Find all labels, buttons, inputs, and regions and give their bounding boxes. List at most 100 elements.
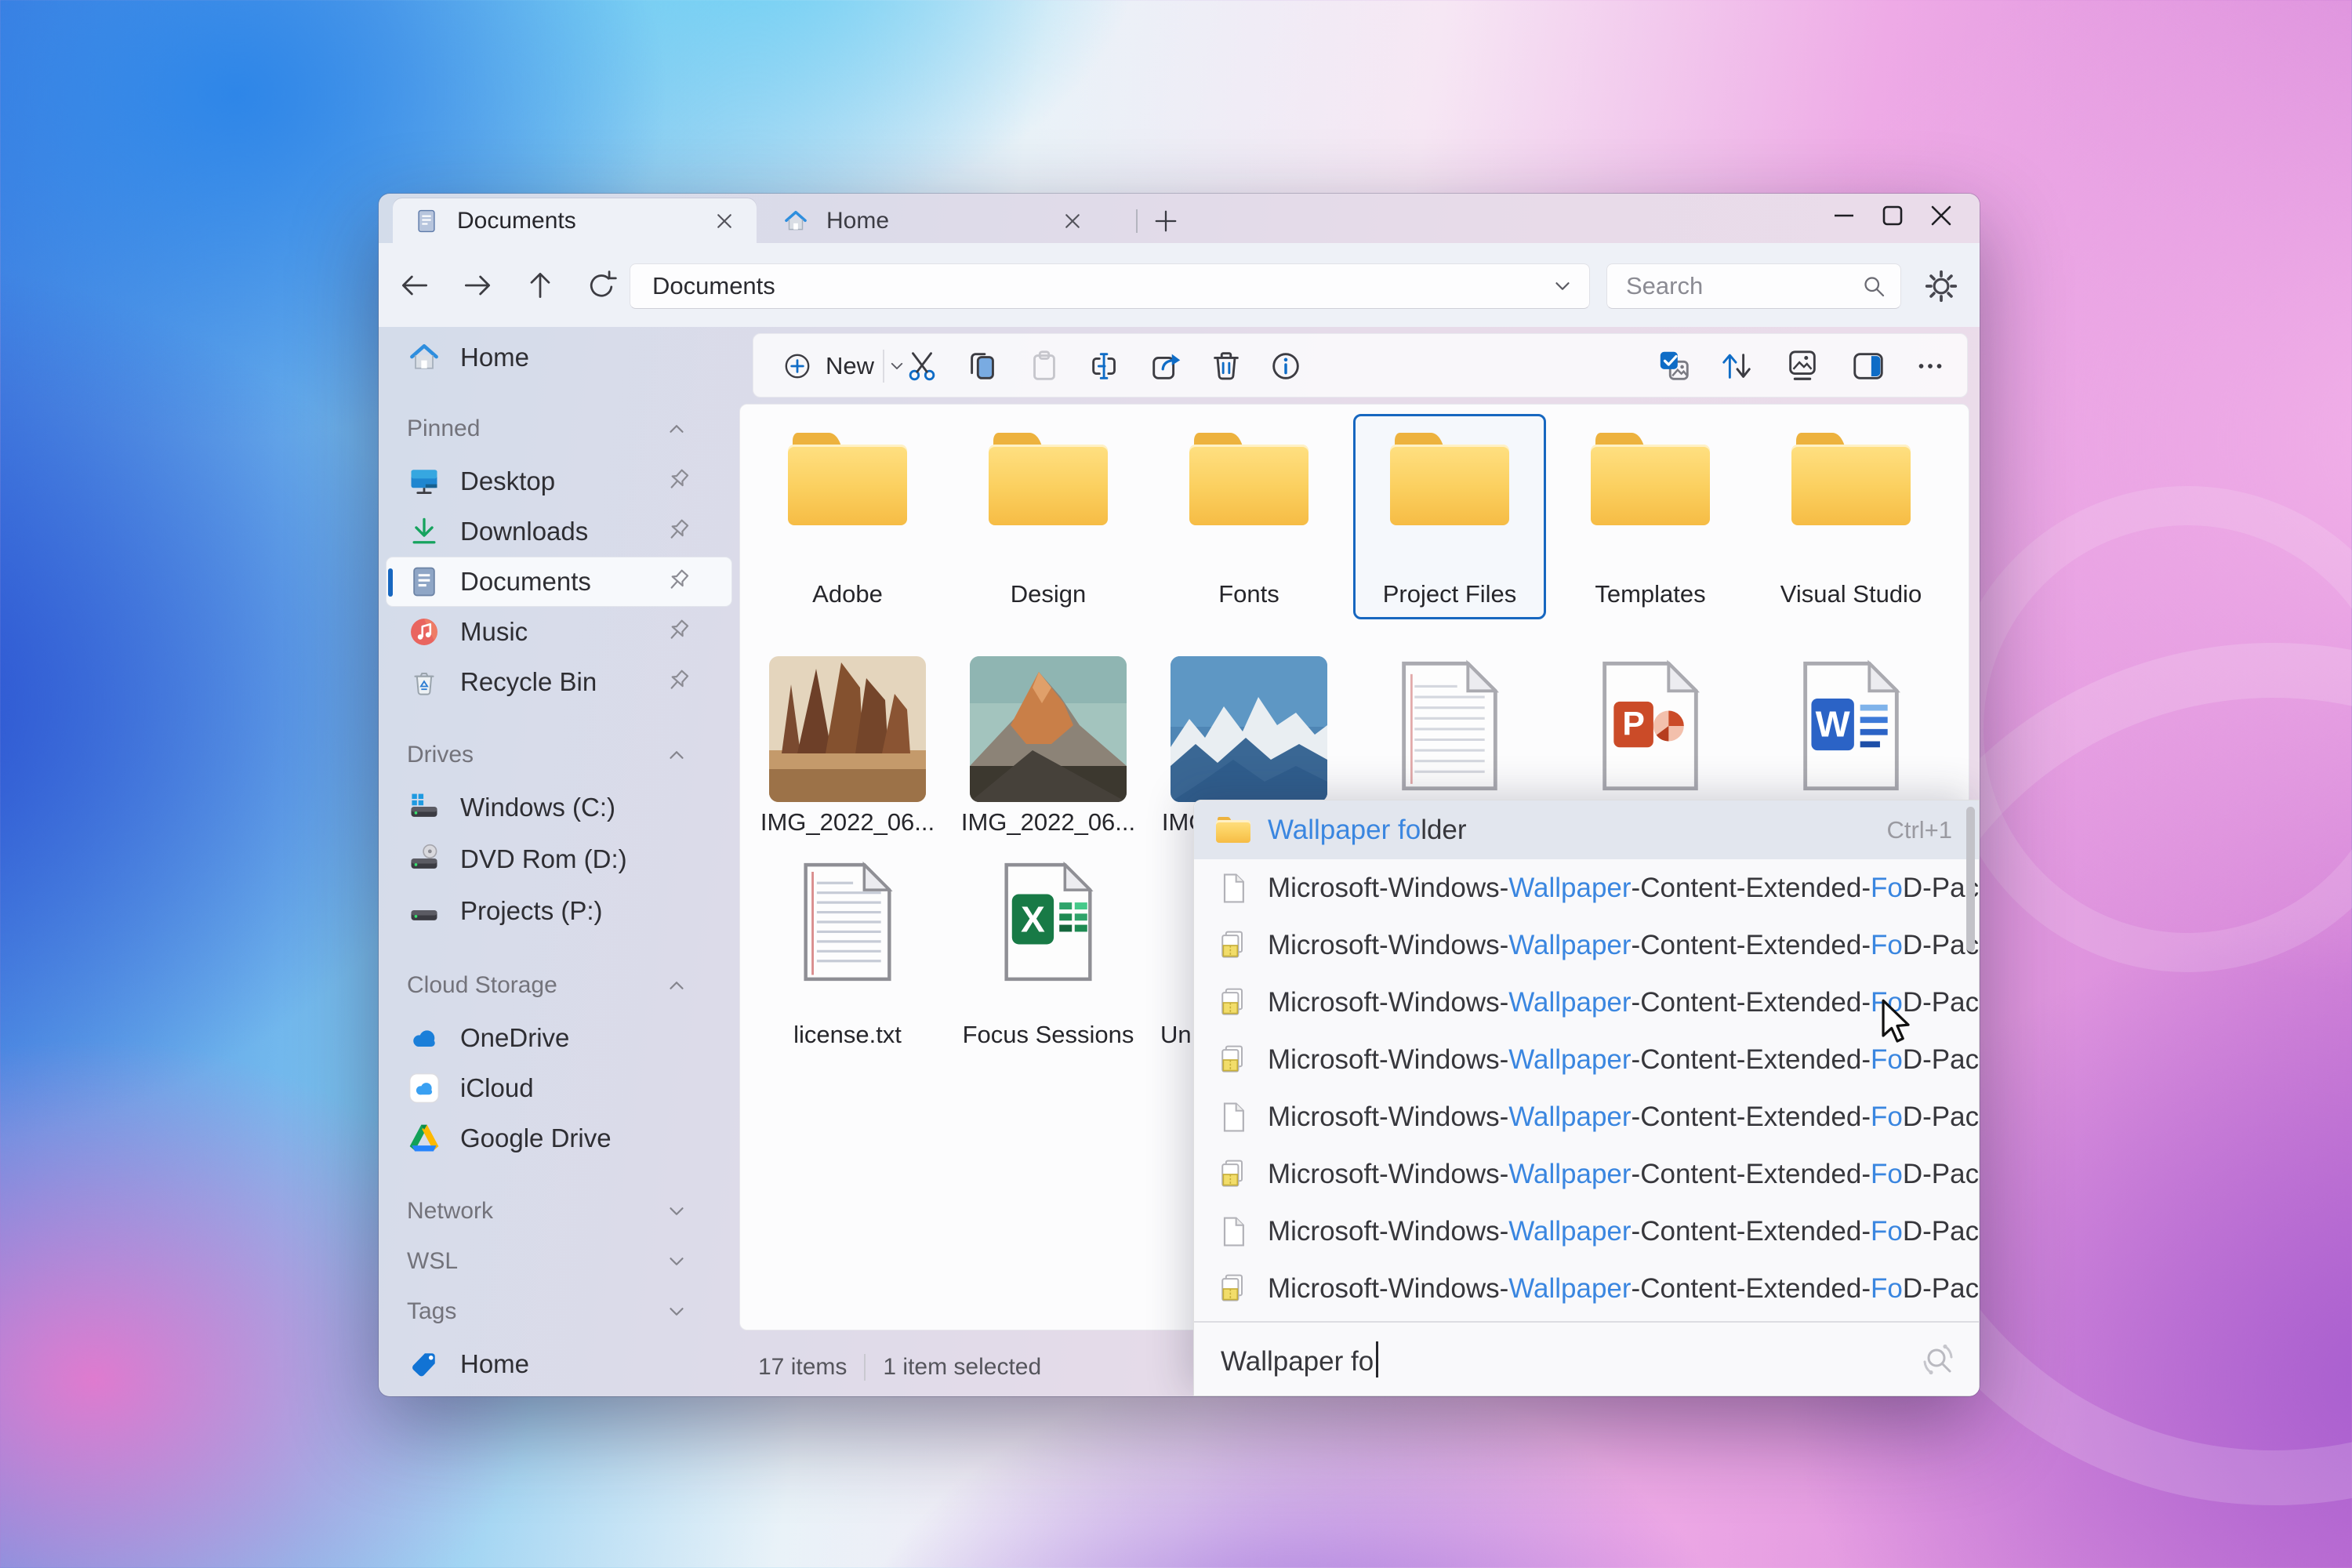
result-text: Microsoft-Windows-Wallpaper-Content-Exte… xyxy=(1268,872,1979,903)
folder-tile-design[interactable]: Design xyxy=(952,414,1145,619)
image-tile[interactable]: IMG_2022_06... xyxy=(952,644,1145,836)
search-input[interactable]: Search xyxy=(1606,263,1901,309)
sidebar-item-icloud[interactable]: iCloud xyxy=(387,1064,731,1112)
pin-icon[interactable] xyxy=(662,566,694,597)
new-button-label: New xyxy=(826,352,875,379)
cut-button[interactable] xyxy=(904,348,940,384)
pin-icon[interactable] xyxy=(662,466,694,497)
chevron-up-icon[interactable] xyxy=(662,415,691,443)
sidebar-item-downloads[interactable]: Downloads xyxy=(387,507,731,556)
palette-result-row[interactable]: Microsoft-Windows-Wallpaper-Content-Exte… xyxy=(1194,1260,1979,1317)
new-button[interactable]: New xyxy=(769,344,920,388)
sidebar-item-windows-c[interactable]: Windows (C:) xyxy=(387,783,731,832)
up-button[interactable] xyxy=(523,268,557,303)
sidebar-section-drives[interactable]: Drives xyxy=(387,733,731,777)
close-button[interactable] xyxy=(1917,197,1965,234)
sidebar-item-desktop[interactable]: Desktop xyxy=(387,457,731,506)
sidebar-item-tag-home[interactable]: Home xyxy=(387,1340,731,1388)
file-tile-powerpoint[interactable]: P xyxy=(1554,644,1747,825)
tag-icon xyxy=(407,1347,441,1381)
more-options-button[interactable] xyxy=(1912,348,1948,384)
palette-result-selected[interactable]: Wallpaper folder Ctrl+1 xyxy=(1194,800,1979,859)
back-button[interactable] xyxy=(397,268,432,303)
minimize-button[interactable] xyxy=(1820,197,1868,234)
palette-input-row[interactable]: Wallpaper fo xyxy=(1194,1321,1979,1396)
sidebar-item-projects-p[interactable]: Projects (P:) xyxy=(387,887,731,935)
chevron-down-icon[interactable] xyxy=(662,1298,691,1326)
sidebar-item-documents[interactable]: Documents xyxy=(387,557,731,606)
sidebar-section-tags[interactable]: Tags xyxy=(387,1290,731,1334)
chevron-up-icon[interactable] xyxy=(662,971,691,1000)
properties-button[interactable] xyxy=(1268,348,1304,384)
palette-result-row[interactable]: Microsoft-Windows-Wallpaper-Content-Exte… xyxy=(1194,974,1979,1031)
palette-result-row[interactable]: Microsoft-Windows-Wallpaper-Content-Exte… xyxy=(1194,916,1979,974)
file-tile[interactable] xyxy=(1353,644,1546,825)
pin-icon[interactable] xyxy=(662,516,694,547)
pin-icon[interactable] xyxy=(662,666,694,698)
palette-result-row[interactable]: Microsoft-Windows-Wallpaper-Content-Exte… xyxy=(1194,1088,1979,1145)
select-button[interactable] xyxy=(1657,348,1693,384)
sidebar-item-label: Documents xyxy=(460,567,591,596)
folder-tile-templates[interactable]: Templates xyxy=(1554,414,1747,619)
tab-label: Documents xyxy=(457,207,576,234)
folder-tile-project-files-selected[interactable]: Project Files xyxy=(1353,414,1546,619)
pin-icon[interactable] xyxy=(662,616,694,648)
rename-button[interactable] xyxy=(1087,348,1123,384)
sidebar-section-network[interactable]: Network xyxy=(387,1189,731,1233)
palette-result-row[interactable]: Microsoft-Windows-Wallpaper-Content-Exte… xyxy=(1194,1145,1979,1203)
sidebar-item-onedrive[interactable]: OneDrive xyxy=(387,1014,731,1062)
sidebar-section-cloud-storage[interactable]: Cloud Storage xyxy=(387,964,731,1007)
wallpaper-ring-small xyxy=(1944,486,2352,972)
copy-button[interactable] xyxy=(965,348,1001,384)
palette-result-row[interactable]: Microsoft-Windows-Wallpaper-Content-Exte… xyxy=(1194,1203,1979,1260)
search-palette: Wallpaper folder Ctrl+1 Microsoft-Window… xyxy=(1193,800,1980,1396)
svg-text:W: W xyxy=(1816,704,1850,745)
refresh-button[interactable] xyxy=(584,268,619,303)
delete-button[interactable] xyxy=(1208,348,1244,384)
folder-tile-visual-studio[interactable]: Visual Studio xyxy=(1755,414,1947,619)
file-tile-license-txt[interactable]: license.txt xyxy=(751,840,944,1048)
folder-icon xyxy=(1216,813,1250,848)
folder-tile-fonts[interactable]: Fonts xyxy=(1152,414,1345,619)
sidebar-section-wsl[interactable]: WSL xyxy=(387,1240,731,1283)
blank-document-icon xyxy=(1395,652,1504,800)
file-tile-word[interactable]: W xyxy=(1755,644,1947,825)
settings-gear-button[interactable] xyxy=(1922,267,1961,306)
file-tile-focus-sessions[interactable]: X Focus Sessions xyxy=(952,840,1145,1048)
sidebar-item-label: Desktop xyxy=(460,466,556,495)
new-tab-button[interactable] xyxy=(1147,205,1185,238)
palette-result-row[interactable]: Microsoft-Windows-Wallpaper-Content-Exte… xyxy=(1194,859,1979,916)
maximize-button[interactable] xyxy=(1868,197,1917,234)
tab-documents[interactable]: Documents xyxy=(393,198,757,243)
recycle-bin-icon xyxy=(407,665,441,699)
image-tile[interactable]: IMG_2022_06... xyxy=(1152,644,1345,836)
image-tile[interactable]: IMG_2022_06... xyxy=(751,644,944,836)
sidebar-item-google-drive[interactable]: Google Drive xyxy=(387,1114,731,1163)
chevron-down-icon[interactable] xyxy=(662,1247,691,1276)
fuzzy-search-icon xyxy=(1919,1341,1957,1378)
sidebar-item-home[interactable]: Home xyxy=(387,333,731,382)
icloud-icon xyxy=(407,1071,441,1105)
sidebar-item-music[interactable]: Music xyxy=(387,608,731,656)
sidebar-item-recycle-bin[interactable]: Recycle Bin xyxy=(387,658,731,706)
tab-home[interactable]: Home xyxy=(762,198,1105,243)
file-icon xyxy=(1216,1100,1250,1134)
chevron-down-icon[interactable] xyxy=(662,1197,691,1225)
folder-tile-adobe[interactable]: Adobe xyxy=(751,414,944,619)
sort-button[interactable] xyxy=(1719,348,1755,384)
share-button[interactable] xyxy=(1149,348,1185,384)
chevron-up-icon[interactable] xyxy=(662,741,691,769)
tab-close-icon[interactable] xyxy=(711,208,738,234)
address-bar[interactable]: Documents xyxy=(630,263,1590,309)
forward-button[interactable] xyxy=(460,268,495,303)
sidebar-item-dvd-d[interactable]: DVD Rom (D:) xyxy=(387,835,731,884)
scrollbar-thumb[interactable] xyxy=(1966,807,1975,952)
result-text: Microsoft-Windows-Wallpaper-Content-Exte… xyxy=(1268,1101,1979,1132)
preview-pane-button[interactable] xyxy=(1850,348,1886,384)
chevron-down-icon[interactable] xyxy=(1548,272,1577,300)
palette-result-row[interactable]: Microsoft-Windows-Wallpaper-Content-Exte… xyxy=(1194,1031,1979,1088)
sidebar-section-pinned[interactable]: Pinned xyxy=(387,407,731,451)
tab-close-icon[interactable] xyxy=(1059,208,1086,234)
layout-button[interactable] xyxy=(1784,348,1820,384)
cabinet-file-icon xyxy=(1216,1272,1250,1306)
